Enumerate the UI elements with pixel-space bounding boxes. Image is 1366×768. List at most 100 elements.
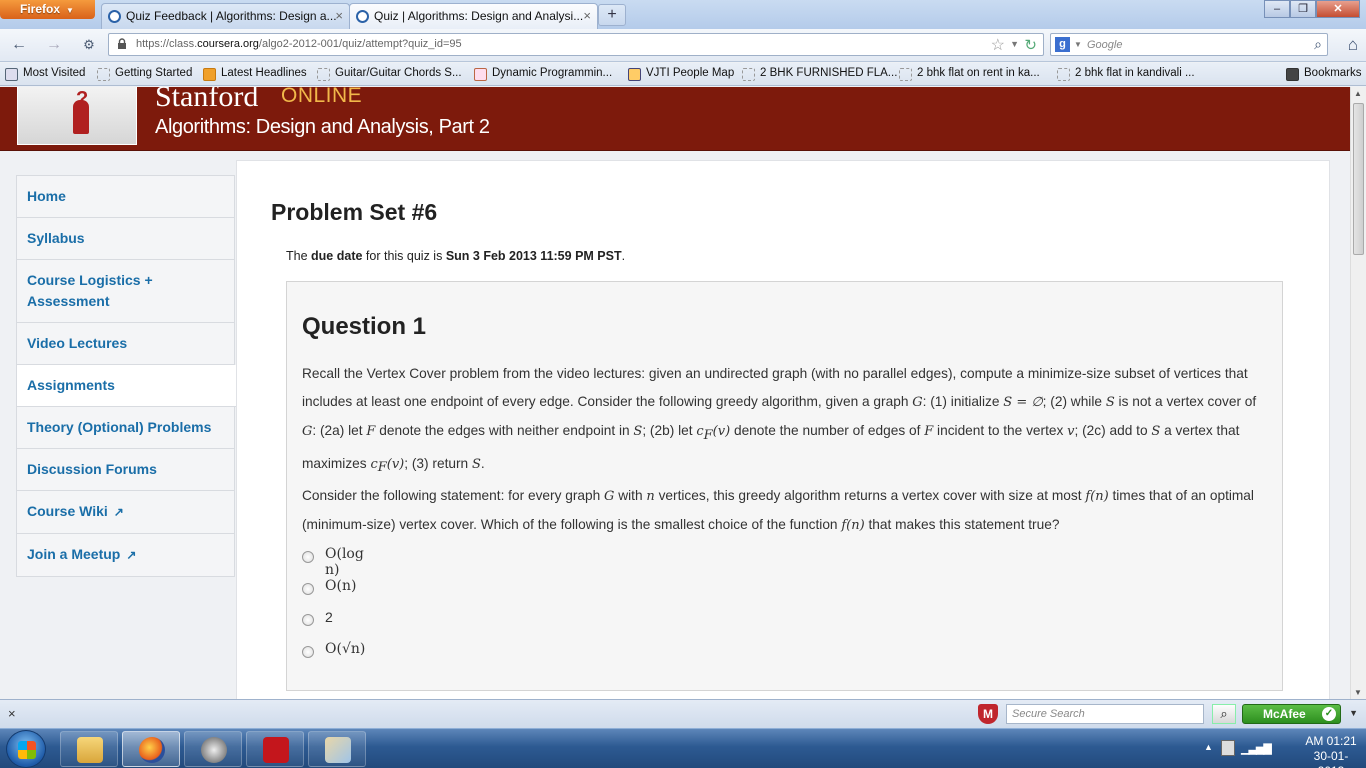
taskbar-app-triangle[interactable] (184, 731, 242, 767)
window-controls: – ❐ ✕ (1264, 0, 1360, 18)
sidebar-item-syllabus[interactable]: Syllabus (16, 218, 235, 260)
site-header: ? Stanford ONLINE Algorithms: Design and… (0, 87, 1350, 151)
page-icon (899, 68, 912, 81)
maximize-button[interactable]: ❐ (1290, 0, 1316, 18)
radio-button[interactable] (302, 582, 314, 595)
address-url: https://class.coursera.org/algo2-2012-00… (136, 38, 462, 50)
minimize-button[interactable]: – (1264, 0, 1290, 18)
bookmark-vjti-people-map[interactable]: VJTI People Map (628, 67, 734, 81)
coursera-favicon-icon (108, 10, 121, 23)
browser-tab-strip: Firefox ▼ Quiz Feedback | Algorithms: Des… (0, 0, 1366, 30)
sidebar-item-assignments[interactable]: Assignments (16, 365, 237, 407)
identity-icon[interactable]: ⚙ (78, 35, 100, 55)
bookmark-getting-started[interactable]: Getting Started (97, 67, 192, 81)
sidebar-item-discussion-forums[interactable]: Discussion Forums (16, 449, 235, 491)
paint-palette-icon (325, 737, 351, 763)
option-label[interactable]: 2 (325, 609, 333, 625)
page-icon (317, 68, 330, 81)
start-button[interactable] (6, 730, 46, 768)
bookmarks-toolbar: Most Visited Getting Started Latest Head… (0, 63, 1366, 86)
screen: Firefox ▼ Quiz Feedback | Algorithms: Des… (0, 0, 1366, 768)
tab-quiz-active[interactable]: Quiz | Algorithms: Design and Analysi...… (349, 3, 598, 30)
due-date-line: The due date for this quiz is Sun 3 Feb … (286, 249, 626, 263)
coursera-favicon-icon (356, 10, 369, 23)
radio-button[interactable] (302, 551, 314, 563)
close-window-button[interactable]: ✕ (1316, 0, 1360, 18)
sidebar-item-video-lectures[interactable]: Video Lectures (16, 323, 235, 365)
close-addon-bar-icon[interactable]: × (8, 706, 16, 721)
scroll-down-icon[interactable]: ▼ (1354, 688, 1362, 697)
page-icon (742, 68, 755, 81)
mcafee-shield-icon[interactable]: M (978, 704, 998, 724)
firefox-menu-button[interactable]: Firefox ▼ (0, 0, 95, 19)
lock-icon (118, 38, 126, 49)
clock[interactable]: AM 01:2130-01-2013 (1301, 734, 1361, 768)
firefox-menu-label: Firefox (20, 2, 61, 16)
sidebar-item-theory-problems[interactable]: Theory (Optional) Problems (16, 407, 235, 449)
bookmark-dynamic-programming[interactable]: Dynamic Programmin... (474, 67, 612, 81)
due-date: Sun 3 Feb 2013 11:59 PM PST (445, 249, 622, 263)
taskbar-explorer[interactable] (60, 731, 118, 767)
course-logo[interactable]: ? (17, 87, 137, 145)
external-link-icon: ↗ (126, 548, 137, 562)
vertical-scrollbar[interactable]: ▲ ▼ (1350, 87, 1366, 699)
taskbar-paint[interactable] (308, 731, 366, 767)
chevron-down-icon[interactable]: ▼ (1349, 708, 1358, 718)
taskbar-firefox[interactable] (122, 731, 180, 767)
home-icon[interactable]: ⌂ (1348, 35, 1358, 55)
bookmark-2bhk-kandivali[interactable]: 2 bhk flat in kandivali ... (1057, 67, 1195, 81)
address-bar[interactable]: https://class.coursera.org/algo2-2012-00… (108, 33, 1044, 56)
google-engine-icon[interactable]: g (1055, 37, 1070, 52)
external-link-icon: ↗ (113, 505, 124, 519)
system-tray: ▲ ▁▃▅▇ AM 01:2130-01-2013 (1196, 729, 1366, 768)
question-title: Question 1 (302, 313, 427, 340)
sidebar-item-join-meetup[interactable]: Join a Meetup ↗ (16, 534, 235, 577)
folder-icon (5, 68, 18, 81)
scrollbar-thumb[interactable] (1353, 103, 1364, 255)
back-arrow-icon[interactable]: ← (8, 35, 30, 55)
option-label[interactable]: O(n) (325, 578, 356, 594)
addon-bar: × M Secure Search ⌕ McAfee ✓ ▼ (0, 699, 1366, 728)
taskbar-acrobat[interactable] (246, 731, 304, 767)
search-magnifier-icon[interactable]: ⌕ (1314, 36, 1322, 53)
show-hidden-icons-icon[interactable]: ▲ (1204, 742, 1213, 752)
page-title: Problem Set #6 (271, 199, 438, 225)
bookmark-2bhk-furnished[interactable]: 2 BHK FURNISHED FLA... (742, 67, 897, 81)
bookmark-guitar-chords[interactable]: Guitar/Guitar Chords S... (317, 67, 462, 81)
reload-icon[interactable]: ↻ (1024, 36, 1037, 54)
mcafee-site-advisor-button[interactable]: McAfee ✓ (1242, 704, 1341, 724)
secure-search-input[interactable]: Secure Search (1006, 704, 1204, 724)
tab-title: Quiz | Algorithms: Design and Analysi... (374, 9, 584, 23)
bookmark-most-visited[interactable]: Most Visited (5, 67, 85, 81)
network-signal-icon[interactable]: ▁▃▅▇ (1241, 742, 1272, 755)
scroll-up-icon[interactable]: ▲ (1354, 89, 1362, 98)
clock-time: AM 01:21 (1305, 734, 1357, 748)
question-text: Recall the Vertex Cover problem from the… (302, 366, 1257, 534)
sidebar-item-home[interactable]: Home (16, 175, 235, 218)
new-tab-button[interactable]: + (598, 4, 626, 26)
bookmark-star-icon[interactable]: ☆ (991, 35, 1005, 55)
search-magnifier-icon[interactable]: ⌕ (1212, 704, 1236, 724)
option-label[interactable]: O(√n) (325, 641, 365, 657)
action-center-flag-icon[interactable] (1221, 740, 1235, 756)
pdf-icon (263, 737, 289, 763)
engine-dropdown-icon[interactable]: ▼ (1074, 40, 1082, 49)
url-history-dropdown-icon[interactable]: ▼ (1010, 39, 1019, 49)
browser-nav-bar: ← → ⚙ https://class.coursera.org/algo2-2… (0, 29, 1366, 62)
chart-page-icon (474, 68, 487, 81)
search-bar[interactable]: g ▼ Google ⌕ (1050, 33, 1328, 56)
bookmark-latest-headlines[interactable]: Latest Headlines (203, 67, 307, 81)
bookmarks-menu[interactable]: Bookmarks (1286, 67, 1362, 81)
question-box: Question 1 Recall the Vertex Cover probl… (286, 281, 1283, 691)
sidebar-item-course-wiki[interactable]: Course Wiki ↗ (16, 491, 235, 534)
close-tab-icon[interactable]: × (583, 8, 591, 23)
bookmarks-star-icon (1286, 68, 1299, 81)
radio-button[interactable] (302, 645, 314, 658)
forward-arrow-icon[interactable]: → (43, 35, 65, 55)
option-label[interactable]: O(log n) (325, 546, 364, 578)
bookmark-2bhk-rent[interactable]: 2 bhk flat on rent in ka... (899, 67, 1040, 81)
radio-button[interactable] (302, 614, 314, 627)
close-tab-icon[interactable]: × (335, 8, 343, 23)
tab-quiz-feedback[interactable]: Quiz Feedback | Algorithms: Design a... … (101, 3, 350, 29)
sidebar-item-course-logistics[interactable]: Course Logistics + Assessment (16, 260, 235, 323)
